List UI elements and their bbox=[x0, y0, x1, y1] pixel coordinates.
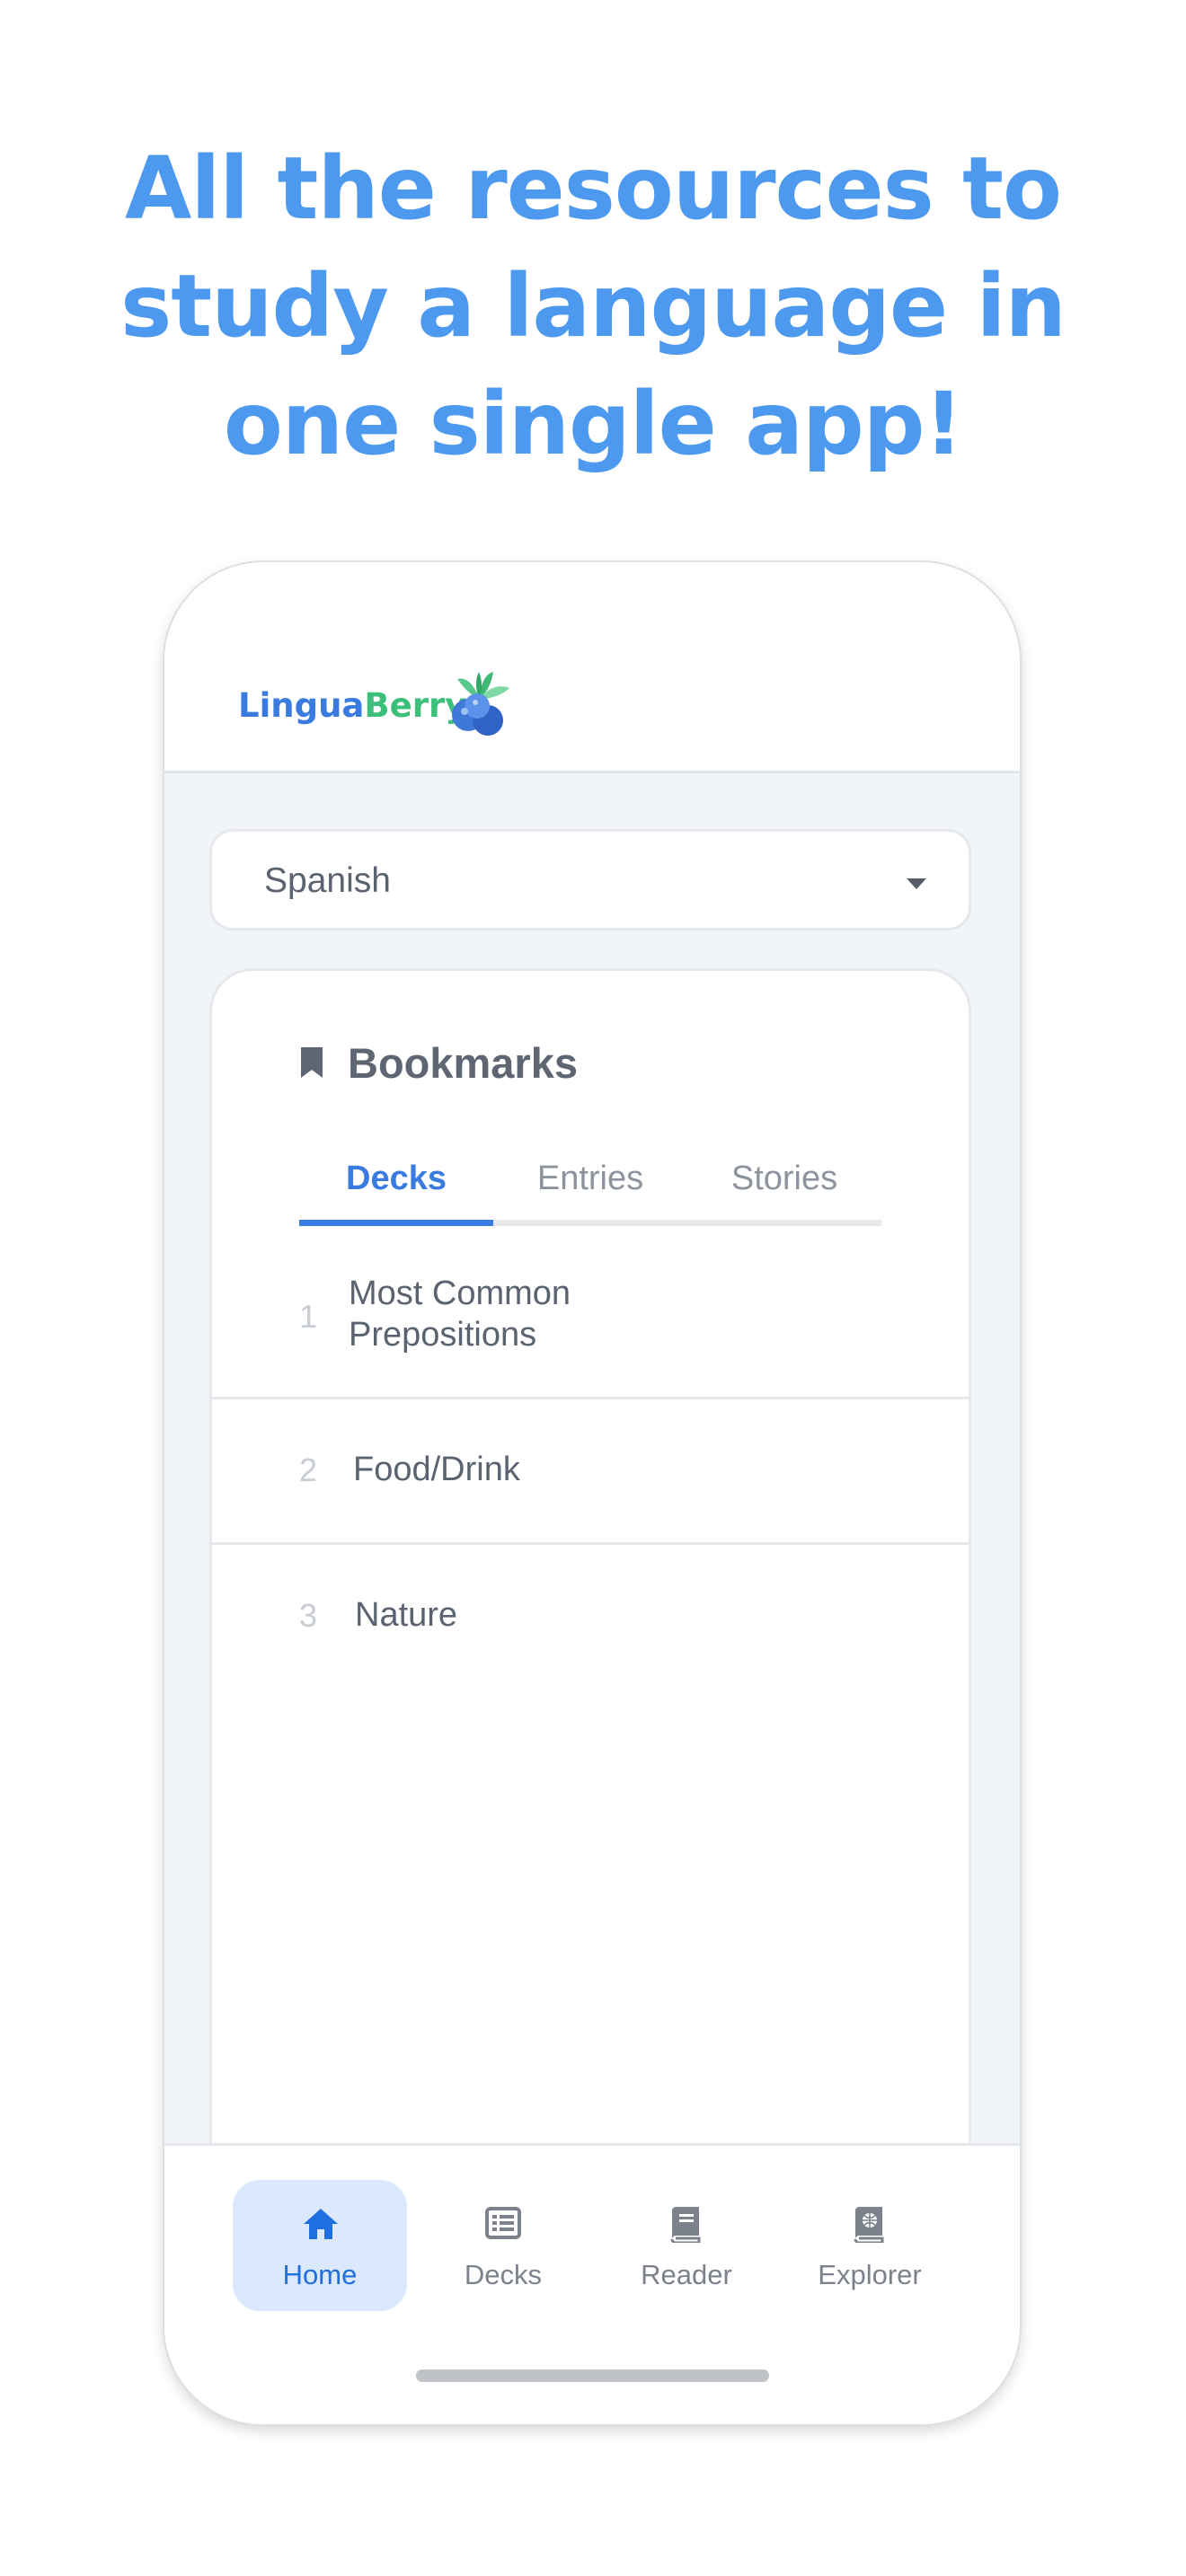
headline-line-1: All the resources to bbox=[125, 138, 1062, 239]
nav-explorer[interactable]: Explorer bbox=[783, 2180, 957, 2311]
phone-frame: LinguaBerry Spanish Bookmarks Decks Entr… bbox=[164, 562, 1020, 2424]
brand-logo[interactable]: LinguaBerry bbox=[238, 686, 466, 725]
tab-stories[interactable]: Stories bbox=[687, 1160, 881, 1198]
headline: All the resources to study a language in… bbox=[0, 130, 1186, 483]
bookmarks-title: Bookmarks bbox=[348, 1039, 578, 1087]
list-item-label: Food/Drink bbox=[353, 1451, 520, 1488]
tab-active-indicator bbox=[299, 1220, 493, 1226]
nav-reader-label: Reader bbox=[641, 2259, 732, 2290]
list-item[interactable]: 3 Nature bbox=[212, 1545, 969, 1689]
blueberry-icon bbox=[452, 672, 509, 736]
globe-book-icon bbox=[854, 2207, 884, 2243]
nav-home-label: Home bbox=[282, 2259, 358, 2290]
nav-decks-label: Decks bbox=[464, 2259, 543, 2290]
app-header: LinguaBerry bbox=[164, 562, 1020, 773]
bookmark-icon bbox=[301, 1047, 323, 1078]
headline-line-3: one single app! bbox=[223, 374, 963, 474]
list-item-number: 3 bbox=[299, 1597, 318, 1634]
nav-home[interactable]: Home bbox=[233, 2180, 407, 2311]
home-icon bbox=[304, 2209, 338, 2239]
language-select-value: Spanish bbox=[264, 861, 391, 900]
brand-name-part1: Lingua bbox=[238, 686, 365, 725]
language-select[interactable]: Spanish bbox=[209, 829, 971, 931]
list-icon bbox=[485, 2207, 521, 2239]
list-item-label: Nature bbox=[355, 1596, 458, 1634]
bottom-nav: Home Decks Reader Explorer bbox=[164, 2143, 1020, 2424]
list-item-number: 1 bbox=[299, 1298, 318, 1335]
tab-decks[interactable]: Decks bbox=[299, 1160, 493, 1198]
headline-line-2: study a language in bbox=[120, 256, 1067, 357]
home-indicator bbox=[416, 2369, 769, 2382]
nav-decks[interactable]: Decks bbox=[416, 2180, 590, 2311]
list-item-label: Most Common Prepositions bbox=[349, 1275, 571, 1354]
caret-down-icon bbox=[907, 878, 926, 889]
tab-entries[interactable]: Entries bbox=[493, 1160, 687, 1198]
list-item[interactable]: 1 Most Common Prepositions bbox=[212, 1240, 969, 1399]
nav-reader[interactable]: Reader bbox=[599, 2180, 774, 2311]
bookmarks-tabs: Decks Entries Stories bbox=[299, 1160, 881, 1226]
list-item[interactable]: 2 Food/Drink bbox=[212, 1399, 969, 1545]
book-icon bbox=[670, 2207, 701, 2243]
bookmarks-card: Bookmarks Decks Entries Stories 1 Most C… bbox=[209, 968, 971, 2226]
content-area: Spanish Bookmarks Decks Entries Stories … bbox=[164, 773, 1020, 2226]
list-item-number: 2 bbox=[299, 1451, 318, 1488]
nav-explorer-label: Explorer bbox=[818, 2259, 922, 2290]
